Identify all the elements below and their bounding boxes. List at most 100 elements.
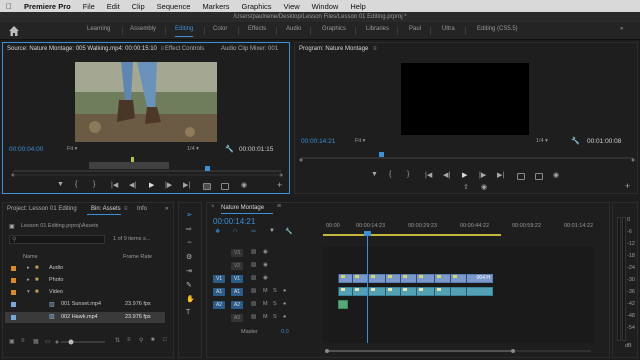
solo-button[interactable]: S xyxy=(273,314,277,320)
menu-sequence[interactable]: Sequence xyxy=(157,2,191,11)
source-resolution-select[interactable]: 1/4 ▾ xyxy=(187,146,199,152)
tab-source[interactable]: Source: Nature Montage: 005 Walking.mp4:… xyxy=(7,46,157,52)
ripple-edit-tool-icon[interactable]: ⇔ xyxy=(186,239,193,246)
column-name[interactable]: Name xyxy=(23,254,38,260)
toggle-output-icon[interactable]: ◉ xyxy=(263,262,268,268)
workspace-learning[interactable]: Learning xyxy=(87,26,110,32)
settings-icon[interactable]: 🔧 xyxy=(285,228,292,235)
track-select-tool-icon[interactable]: ⇨ xyxy=(186,225,192,233)
mute-button[interactable]: M xyxy=(263,314,268,320)
export-frame-icon[interactable]: ◉ xyxy=(241,181,247,189)
column-frame-rate[interactable]: Frame Rate xyxy=(123,254,152,260)
find-icon[interactable]: ⚲ xyxy=(139,337,143,344)
menu-help[interactable]: Help xyxy=(350,2,365,11)
freeform-view-icon[interactable]: ▭ xyxy=(45,338,51,345)
toggle-sync-lock-icon[interactable]: ▨ xyxy=(251,249,256,255)
home-icon[interactable] xyxy=(8,25,20,37)
new-item-icon[interactable]: □ xyxy=(163,337,167,343)
pen-tool-icon[interactable]: ✎ xyxy=(186,281,192,289)
audio-clip-a2[interactable] xyxy=(338,300,348,309)
slip-tool-icon[interactable]: ⇥ xyxy=(186,267,192,275)
lift-up-icon[interactable]: ⇧ xyxy=(463,183,469,191)
workspace-color[interactable]: Color xyxy=(213,26,227,32)
workspace-libraries[interactable]: Libraries xyxy=(366,26,389,32)
list-view-icon[interactable]: ≡ xyxy=(21,338,25,344)
hand-tool-icon[interactable]: ✋ xyxy=(186,295,195,303)
mute-button[interactable]: M xyxy=(263,301,268,307)
voiceover-icon[interactable]: ● xyxy=(283,301,286,307)
source-scrub-bar[interactable] xyxy=(9,156,285,178)
tab-info[interactable]: Info xyxy=(137,204,147,214)
step-back-icon[interactable]: ◀| xyxy=(443,171,450,179)
menu-icon[interactable]: ≡ xyxy=(161,46,165,52)
razor-tool-icon[interactable]: ⚙ xyxy=(186,253,192,261)
list-item[interactable]: ▾ ■ Video xyxy=(5,288,165,298)
toggle-output-icon[interactable]: ◉ xyxy=(263,249,268,255)
list-item[interactable]: ▧ 002 Hawk.mp4 23.976 fps xyxy=(5,312,165,323)
play-icon[interactable]: ▶ xyxy=(149,181,154,189)
button-editor-icon[interactable]: + xyxy=(625,181,630,191)
mark-in-icon[interactable]: { xyxy=(75,181,77,188)
tab-nature-montage[interactable]: Nature Montage xyxy=(221,203,264,213)
workspace-editing[interactable]: Editing xyxy=(175,26,193,32)
apple-icon[interactable]:  xyxy=(6,2,16,11)
step-back-icon[interactable]: ◀| xyxy=(129,181,136,189)
menu-window[interactable]: Window xyxy=(312,2,339,11)
type-tool-icon[interactable]: T xyxy=(186,309,190,316)
workspace-audio[interactable]: Audio xyxy=(286,26,301,32)
source-timecode[interactable]: 00:00:04:00 xyxy=(9,146,43,153)
toggle-sync-lock-icon[interactable]: ▨ xyxy=(251,301,256,307)
export-frame-icon[interactable]: ◉ xyxy=(553,171,559,179)
camera-icon[interactable]: ◉ xyxy=(481,183,487,191)
workspace-graphics[interactable]: Graphics xyxy=(322,26,346,32)
linked-selection-icon[interactable]: ⚰ xyxy=(251,228,256,235)
close-icon[interactable]: × xyxy=(211,204,215,210)
menu-graphics[interactable]: Graphics xyxy=(242,2,272,11)
timeline-panel[interactable]: × Nature Montage ≡ 00:00:14:21 ❖ ∩ ⚰ ▼ 🔧… xyxy=(206,202,610,358)
track-area[interactable]: 004 H xyxy=(323,231,595,343)
workspace-editing-cs55[interactable]: Editing (CS5.5) xyxy=(477,26,518,32)
wrench-icon[interactable]: 🔧 xyxy=(225,145,234,153)
extract-icon[interactable] xyxy=(535,173,543,180)
add-marker-icon[interactable]: ▼ xyxy=(269,228,275,234)
program-timecode[interactable]: 00:00:14:21 xyxy=(301,138,335,145)
playhead[interactable] xyxy=(367,233,368,343)
source-monitor-panel[interactable]: Source: Nature Montage: 005 Walking.mp4:… xyxy=(2,42,290,241)
new-bin-icon[interactable]: ■ xyxy=(151,337,155,343)
add-marker-icon[interactable]: ▼ xyxy=(371,171,378,178)
menu-file[interactable]: File xyxy=(83,2,95,11)
toggle-sync-lock-icon[interactable]: ▨ xyxy=(251,275,256,281)
menu-edit[interactable]: Edit xyxy=(107,2,120,11)
overwrite-icon[interactable] xyxy=(221,183,229,190)
lock-icon[interactable]: ▣ xyxy=(9,338,15,345)
solo-button[interactable]: S xyxy=(273,301,277,307)
toggle-output-icon[interactable]: ◉ xyxy=(263,275,268,281)
timeline-scrollbar[interactable] xyxy=(323,347,595,355)
go-to-out-icon[interactable]: ▶| xyxy=(497,171,504,179)
voiceover-icon[interactable]: ● xyxy=(283,314,286,320)
menu-icon[interactable]: ≡ xyxy=(124,204,128,214)
nest-icon[interactable]: ❖ xyxy=(215,228,220,235)
play-icon[interactable]: ▶ xyxy=(462,171,467,179)
sort-icon[interactable]: ⇅ xyxy=(115,337,120,344)
voiceover-icon[interactable]: ● xyxy=(283,288,286,294)
search-input[interactable]: ⚲ xyxy=(9,235,105,244)
playhead-handle[interactable] xyxy=(364,231,371,236)
tab-audio-clip-mixer[interactable]: Audio Clip Mixer: 001 xyxy=(221,44,278,54)
project-panel[interactable]: Project: Lesson 01 Editing Bin: Assets ≡… xyxy=(2,202,174,358)
step-forward-icon[interactable]: |▶ xyxy=(479,171,486,179)
program-monitor-panel[interactable]: Program: Nature Montage ≡ 00:00:14:21 Fi… xyxy=(294,42,638,194)
workspace-assembly[interactable]: Assembly xyxy=(130,26,156,32)
toggle-sync-lock-icon[interactable]: ▨ xyxy=(251,288,256,294)
zoom-slider[interactable] xyxy=(55,338,109,346)
menu-icon[interactable]: ≡ xyxy=(373,46,377,52)
menu-app[interactable]: Premiere Pro xyxy=(24,2,71,11)
button-editor-icon[interactable]: + xyxy=(277,180,282,190)
menu-icon[interactable]: ≡ xyxy=(277,203,281,210)
solo-button[interactable]: S xyxy=(273,288,277,294)
program-fit-select[interactable]: Fit ▾ xyxy=(355,138,365,144)
selection-tool-icon[interactable]: ➢ xyxy=(186,210,193,219)
list-item[interactable]: ▸ ■ Audio xyxy=(5,264,165,274)
tab-bin-assets[interactable]: Bin: Assets xyxy=(91,204,121,214)
step-forward-icon[interactable]: |▶ xyxy=(165,181,172,189)
